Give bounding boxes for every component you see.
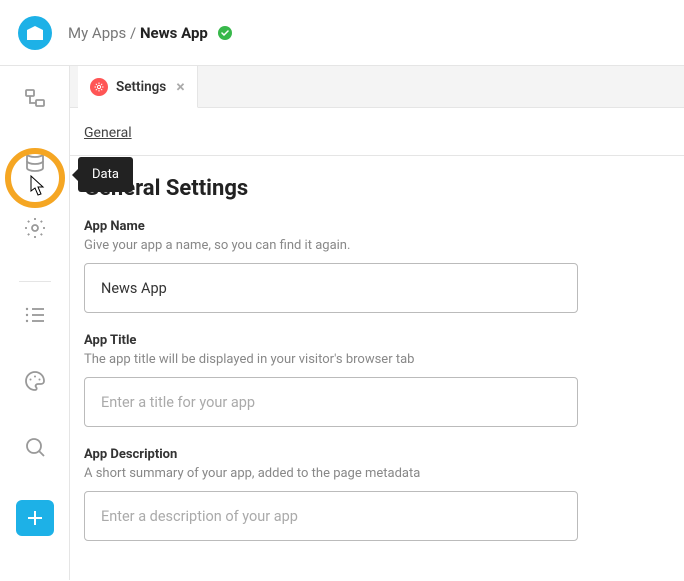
field-app-name: App Name Give your app a name, so you ca… [84, 219, 578, 313]
close-icon[interactable]: × [176, 79, 185, 95]
label-app-description: App Description [84, 447, 578, 462]
header: My Apps / News App [0, 0, 684, 66]
input-app-title[interactable] [84, 377, 578, 427]
hint-app-name: Give your app a name, so you can find it… [84, 238, 578, 253]
subnav: General [70, 108, 684, 156]
tab-bar: Settings × [70, 66, 684, 108]
tab-settings[interactable]: Settings × [78, 66, 198, 108]
app-logo[interactable] [18, 16, 52, 50]
sidebar-item-structure[interactable] [21, 86, 49, 112]
sidebar-item-theme[interactable] [21, 368, 49, 394]
status-ok-icon [218, 26, 232, 40]
input-app-description[interactable] [84, 491, 578, 541]
add-button[interactable] [16, 500, 54, 536]
sidebar-item-data[interactable] [21, 148, 49, 174]
breadcrumb: My Apps / News App [68, 24, 208, 42]
left-rail [0, 66, 70, 580]
breadcrumb-root[interactable]: My Apps [68, 24, 126, 42]
gear-icon [90, 78, 108, 96]
field-app-description: App Description A short summary of your … [84, 447, 578, 541]
main-area: Settings × General General Settings App … [70, 66, 684, 580]
breadcrumb-sep: / [130, 24, 136, 42]
hint-app-title: The app title will be displayed in your … [84, 352, 578, 367]
tooltip-data: Data [78, 157, 133, 192]
breadcrumb-current: News App [140, 24, 208, 42]
sidebar-item-settings[interactable] [21, 214, 49, 240]
tab-label: Settings [116, 79, 166, 95]
subnav-general[interactable]: General [84, 125, 132, 155]
hint-app-description: A short summary of your app, added to th… [84, 466, 578, 481]
sidebar-separator [19, 281, 51, 282]
sidebar-item-list[interactable] [21, 302, 49, 328]
label-app-title: App Title [84, 333, 578, 348]
input-app-name[interactable] [84, 263, 578, 313]
tooltip-label: Data [92, 167, 119, 182]
sidebar-item-search[interactable] [21, 434, 49, 460]
section-title: General Settings [84, 176, 670, 201]
settings-content: General Settings App Name Give your app … [70, 156, 684, 581]
label-app-name: App Name [84, 219, 578, 234]
field-app-title: App Title The app title will be displaye… [84, 333, 578, 427]
